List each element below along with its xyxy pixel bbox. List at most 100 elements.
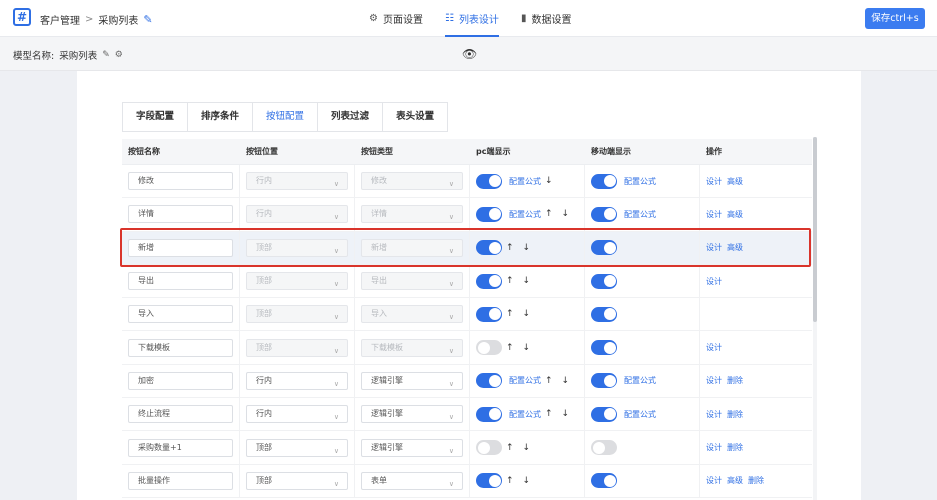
button-name-input[interactable]: 导入 xyxy=(128,305,233,324)
arrow-down-icon[interactable]: ↓ xyxy=(523,309,531,319)
save-button[interactable]: 保存ctrl+s xyxy=(865,8,925,29)
toggle-knob xyxy=(603,275,616,288)
action-link[interactable]: 设计 xyxy=(706,176,722,187)
gear-icon[interactable]: ⚙ xyxy=(115,50,123,60)
action-link[interactable]: 删除 xyxy=(727,409,743,420)
arrow-up-icon[interactable]: ↑ xyxy=(506,476,514,486)
top-tab[interactable]: ▮ 数据设置 xyxy=(521,0,572,37)
toggle-switch[interactable] xyxy=(476,406,502,422)
action-links: 设计 xyxy=(706,276,722,287)
action-link[interactable]: 删除 xyxy=(748,475,764,486)
button-name-input[interactable]: 批量操作 xyxy=(128,471,233,490)
cell-position: 顶部 ∨ xyxy=(240,298,355,331)
arrow-down-icon[interactable]: ↓ xyxy=(523,476,531,486)
toggle-switch[interactable] xyxy=(591,473,617,489)
chevron-down-icon: ∨ xyxy=(333,479,339,488)
arrow-down-icon[interactable]: ↓ xyxy=(523,443,531,453)
toggle-switch[interactable] xyxy=(591,406,617,422)
button-name-input[interactable]: 下载模板 xyxy=(128,338,233,357)
button-name-input[interactable]: 采购数量+1 xyxy=(128,438,233,457)
chevron-down-icon: ∨ xyxy=(333,446,339,455)
button-name-input[interactable]: 终止流程 xyxy=(128,405,233,424)
top-tab[interactable]: ☷ 列表设计 xyxy=(444,0,499,37)
config-tab[interactable]: 字段配置 xyxy=(123,103,189,131)
toggle-switch[interactable] xyxy=(591,206,617,222)
action-link[interactable]: 设计 xyxy=(706,276,722,287)
button-name-input[interactable]: 导出 xyxy=(128,272,233,291)
type-select[interactable]: 表单 ∨ xyxy=(361,471,463,490)
action-link[interactable]: 高级 xyxy=(727,475,743,486)
arrow-down-icon[interactable]: ↓ xyxy=(523,343,531,353)
arrow-up-icon[interactable]: ↑ xyxy=(506,309,514,319)
pc-formula-link[interactable]: 配置公式 xyxy=(509,176,541,187)
toggle-knob xyxy=(477,341,490,354)
toggle-switch[interactable] xyxy=(476,473,502,489)
breadcrumb-item-customer[interactable]: 客户管理 xyxy=(40,12,80,27)
pc-formula-link[interactable]: 配置公式 xyxy=(509,375,541,386)
config-tab[interactable]: 列表过滤 xyxy=(318,103,384,131)
toggle-switch[interactable] xyxy=(591,373,617,389)
arrow-up-icon[interactable]: ↑ xyxy=(545,409,553,419)
type-select[interactable]: 逻辑引擎 ∨ xyxy=(361,371,463,390)
type-select[interactable]: 逻辑引擎 ∨ xyxy=(361,405,463,424)
edit-icon[interactable]: ✎ xyxy=(102,50,110,60)
toggle-switch[interactable] xyxy=(476,340,502,356)
action-link[interactable]: 设计 xyxy=(706,442,722,453)
pc-formula-link[interactable]: 配置公式 xyxy=(509,209,541,220)
arrow-up-icon[interactable]: ↑ xyxy=(506,276,514,286)
pc-formula-link[interactable]: 配置公式 xyxy=(509,409,541,420)
action-link[interactable]: 删除 xyxy=(727,442,743,453)
app-logo-icon[interactable]: # xyxy=(13,8,31,26)
action-link[interactable]: 设计 xyxy=(706,409,722,420)
mobile-formula-link[interactable]: 配置公式 xyxy=(624,176,656,187)
toggle-switch[interactable] xyxy=(476,373,502,389)
arrow-up-icon[interactable]: ↑ xyxy=(506,343,514,353)
action-link[interactable]: 设计 xyxy=(706,209,722,220)
arrow-down-icon[interactable]: ↓ xyxy=(562,376,570,386)
config-tab[interactable]: 表头设置 xyxy=(383,103,448,131)
arrow-up-icon[interactable]: ↑ xyxy=(545,376,553,386)
action-link[interactable]: 高级 xyxy=(727,176,743,187)
config-tab[interactable]: 排序条件 xyxy=(188,103,254,131)
action-link[interactable]: 删除 xyxy=(727,375,743,386)
toggle-switch[interactable] xyxy=(591,273,617,289)
type-select[interactable]: 逻辑引擎 ∨ xyxy=(361,438,463,457)
top-tab[interactable]: ⚙ 页面设置 xyxy=(369,0,423,37)
arrow-down-icon[interactable]: ↓ xyxy=(562,409,570,419)
arrow-down-icon[interactable]: ↓ xyxy=(562,209,570,219)
position-select[interactable]: 行内 ∨ xyxy=(246,405,348,424)
action-link[interactable]: 设计 xyxy=(706,342,722,353)
button-name-input[interactable]: 修改 xyxy=(128,172,233,191)
cell-name: 导入 xyxy=(122,298,240,331)
button-name-input[interactable]: 详情 xyxy=(128,205,233,224)
position-select[interactable]: 行内 ∨ xyxy=(246,371,348,390)
action-link[interactable]: 高级 xyxy=(727,209,743,220)
toggle-switch[interactable] xyxy=(591,306,617,322)
chevron-down-icon: ∨ xyxy=(448,313,454,322)
action-link[interactable]: 设计 xyxy=(706,375,722,386)
position-select[interactable]: 顶部 ∨ xyxy=(246,438,348,457)
toggle-switch[interactable] xyxy=(591,340,617,356)
config-tab[interactable]: 按钮配置 xyxy=(253,103,319,131)
arrow-down-icon[interactable]: ↓ xyxy=(523,276,531,286)
arrow-up-icon[interactable]: ↑ xyxy=(545,209,553,219)
arrow-down-icon[interactable]: ↓ xyxy=(545,176,553,186)
cell-pc-display: ↑ ↓ xyxy=(470,431,585,464)
mobile-formula-link[interactable]: 配置公式 xyxy=(624,209,656,220)
toggle-switch[interactable] xyxy=(476,440,502,456)
position-select[interactable]: 顶部 ∨ xyxy=(246,471,348,490)
toggle-switch[interactable] xyxy=(476,273,502,289)
mobile-formula-link[interactable]: 配置公式 xyxy=(624,375,656,386)
mobile-formula-link[interactable]: 配置公式 xyxy=(624,409,656,420)
eye-icon[interactable]: 👁 xyxy=(462,47,477,61)
toggle-switch[interactable] xyxy=(476,306,502,322)
arrow-up-icon[interactable]: ↑ xyxy=(506,443,514,453)
edit-icon[interactable]: ✎ xyxy=(143,13,152,26)
action-link[interactable]: 设计 xyxy=(706,475,722,486)
button-name-input[interactable]: 加密 xyxy=(128,371,233,390)
toggle-switch[interactable] xyxy=(591,440,617,456)
scrollbar-thumb[interactable] xyxy=(813,137,817,322)
toggle-switch[interactable] xyxy=(591,173,617,189)
toggle-switch[interactable] xyxy=(476,206,502,222)
toggle-switch[interactable] xyxy=(476,173,502,189)
